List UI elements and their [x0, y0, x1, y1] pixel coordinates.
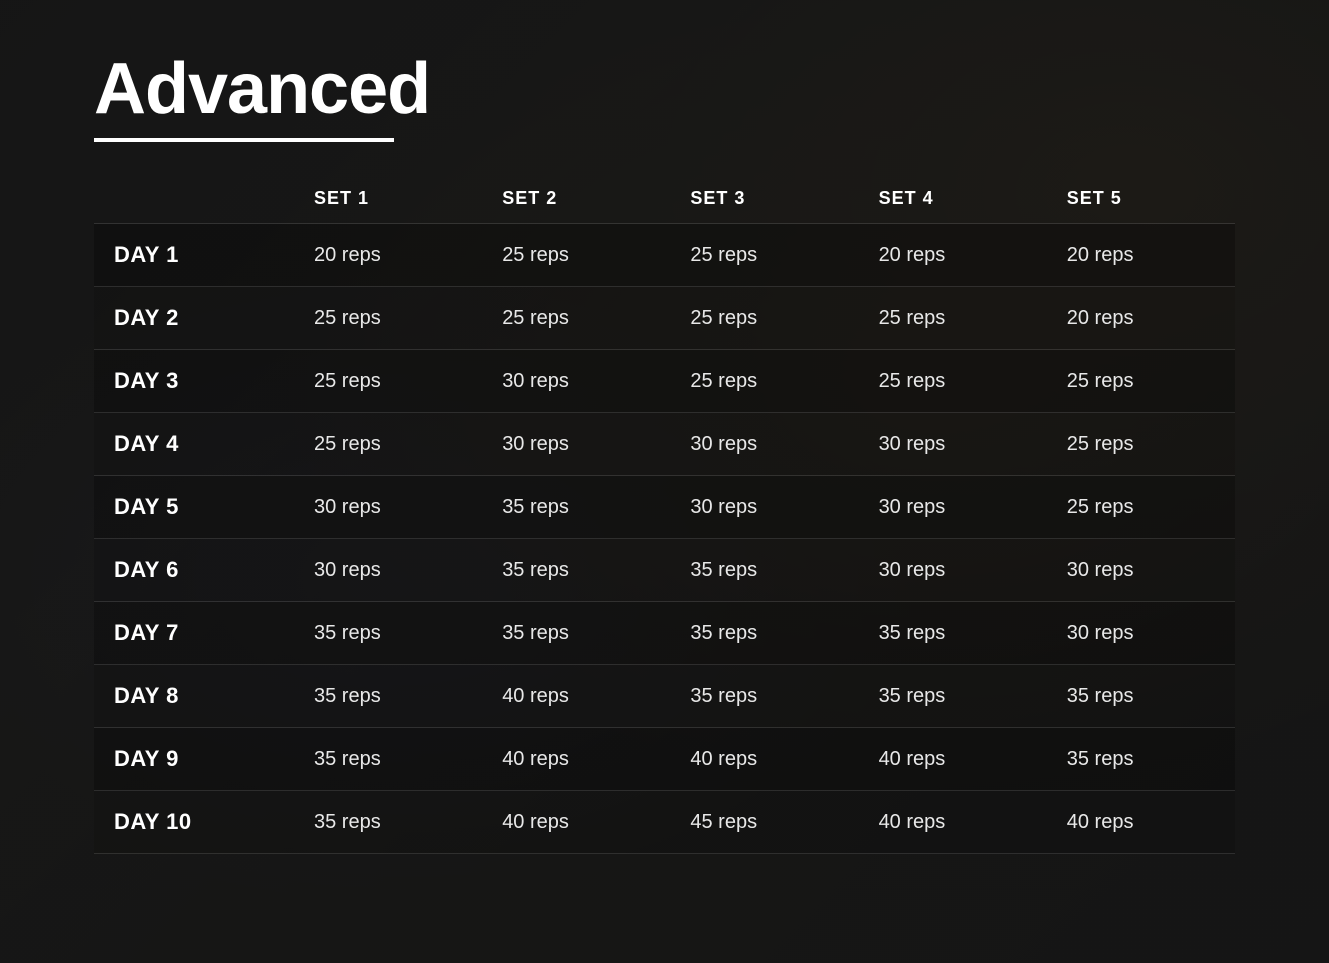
- set5-cell: 20 reps: [1047, 224, 1235, 287]
- table-row: DAY 630 reps35 reps35 reps30 reps30 reps: [94, 539, 1235, 602]
- table-row: DAY 735 reps35 reps35 reps35 reps30 reps: [94, 602, 1235, 665]
- set2-cell: 25 reps: [482, 287, 670, 350]
- col-header-set3: SET 3: [670, 174, 858, 224]
- set3-cell: 25 reps: [670, 350, 858, 413]
- set3-cell: 25 reps: [670, 224, 858, 287]
- col-header-set5: SET 5: [1047, 174, 1235, 224]
- set3-cell: 40 reps: [670, 728, 858, 791]
- col-header-set4: SET 4: [859, 174, 1047, 224]
- set3-cell: 30 reps: [670, 476, 858, 539]
- set2-cell: 25 reps: [482, 224, 670, 287]
- set3-cell: 25 reps: [670, 287, 858, 350]
- set2-cell: 35 reps: [482, 539, 670, 602]
- table-row: DAY 120 reps25 reps25 reps20 reps20 reps: [94, 224, 1235, 287]
- set1-cell: 30 reps: [294, 539, 482, 602]
- table-row: DAY 425 reps30 reps30 reps30 reps25 reps: [94, 413, 1235, 476]
- page-title: Advanced: [94, 48, 1235, 130]
- set3-cell: 45 reps: [670, 791, 858, 854]
- day-label-cell: DAY 3: [94, 350, 294, 413]
- set5-cell: 30 reps: [1047, 539, 1235, 602]
- set4-cell: 30 reps: [859, 539, 1047, 602]
- set4-cell: 25 reps: [859, 350, 1047, 413]
- table-header-row: SET 1 SET 2 SET 3 SET 4 SET 5: [94, 174, 1235, 224]
- set5-cell: 25 reps: [1047, 476, 1235, 539]
- day-label-cell: DAY 2: [94, 287, 294, 350]
- set4-cell: 40 reps: [859, 728, 1047, 791]
- set2-cell: 35 reps: [482, 476, 670, 539]
- table-row: DAY 325 reps30 reps25 reps25 reps25 reps: [94, 350, 1235, 413]
- set5-cell: 40 reps: [1047, 791, 1235, 854]
- table-row: DAY 935 reps40 reps40 reps40 reps35 reps: [94, 728, 1235, 791]
- set1-cell: 35 reps: [294, 728, 482, 791]
- day-label-cell: DAY 1: [94, 224, 294, 287]
- set1-cell: 35 reps: [294, 665, 482, 728]
- set3-cell: 35 reps: [670, 602, 858, 665]
- table-row: DAY 530 reps35 reps30 reps30 reps25 reps: [94, 476, 1235, 539]
- set1-cell: 20 reps: [294, 224, 482, 287]
- set4-cell: 25 reps: [859, 287, 1047, 350]
- set1-cell: 25 reps: [294, 413, 482, 476]
- set1-cell: 30 reps: [294, 476, 482, 539]
- table-body: DAY 120 reps25 reps25 reps20 reps20 reps…: [94, 224, 1235, 854]
- set2-cell: 35 reps: [482, 602, 670, 665]
- set5-cell: 30 reps: [1047, 602, 1235, 665]
- main-content: Advanced SET 1 SET 2 SET 3 SET 4 SET 5 D…: [0, 0, 1329, 902]
- title-underline: [94, 138, 394, 142]
- set5-cell: 35 reps: [1047, 665, 1235, 728]
- set4-cell: 35 reps: [859, 602, 1047, 665]
- set1-cell: 25 reps: [294, 287, 482, 350]
- col-header-set1: SET 1: [294, 174, 482, 224]
- col-header-day: [94, 174, 294, 224]
- day-label-cell: DAY 4: [94, 413, 294, 476]
- table-row: DAY 225 reps25 reps25 reps25 reps20 reps: [94, 287, 1235, 350]
- set1-cell: 35 reps: [294, 791, 482, 854]
- day-label-cell: DAY 5: [94, 476, 294, 539]
- set5-cell: 25 reps: [1047, 413, 1235, 476]
- day-label-cell: DAY 9: [94, 728, 294, 791]
- set4-cell: 30 reps: [859, 413, 1047, 476]
- set2-cell: 30 reps: [482, 413, 670, 476]
- day-label-cell: DAY 10: [94, 791, 294, 854]
- day-label-cell: DAY 6: [94, 539, 294, 602]
- col-header-set2: SET 2: [482, 174, 670, 224]
- set3-cell: 35 reps: [670, 665, 858, 728]
- set1-cell: 35 reps: [294, 602, 482, 665]
- set1-cell: 25 reps: [294, 350, 482, 413]
- set5-cell: 35 reps: [1047, 728, 1235, 791]
- day-label-cell: DAY 7: [94, 602, 294, 665]
- set2-cell: 40 reps: [482, 665, 670, 728]
- set4-cell: 40 reps: [859, 791, 1047, 854]
- workout-table: SET 1 SET 2 SET 3 SET 4 SET 5 DAY 120 re…: [94, 174, 1235, 854]
- set5-cell: 20 reps: [1047, 287, 1235, 350]
- set2-cell: 40 reps: [482, 791, 670, 854]
- set5-cell: 25 reps: [1047, 350, 1235, 413]
- set4-cell: 30 reps: [859, 476, 1047, 539]
- set3-cell: 35 reps: [670, 539, 858, 602]
- set2-cell: 30 reps: [482, 350, 670, 413]
- set3-cell: 30 reps: [670, 413, 858, 476]
- set2-cell: 40 reps: [482, 728, 670, 791]
- table-row: DAY 835 reps40 reps35 reps35 reps35 reps: [94, 665, 1235, 728]
- day-label-cell: DAY 8: [94, 665, 294, 728]
- table-row: DAY 1035 reps40 reps45 reps40 reps40 rep…: [94, 791, 1235, 854]
- set4-cell: 35 reps: [859, 665, 1047, 728]
- set4-cell: 20 reps: [859, 224, 1047, 287]
